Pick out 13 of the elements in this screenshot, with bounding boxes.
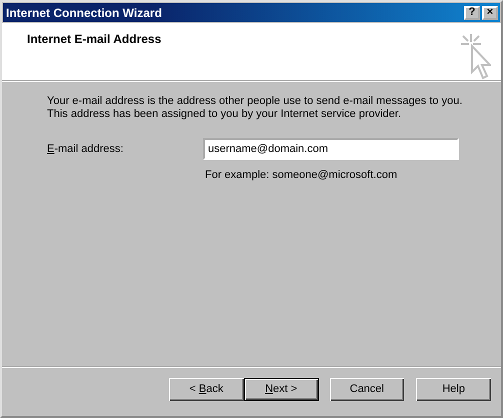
window-title: Internet Connection Wizard [6, 6, 162, 20]
email-field[interactable]: username@domain.com [203, 138, 459, 160]
cancel-button[interactable]: Cancel [330, 378, 404, 400]
next-button[interactable]: Next > [244, 378, 318, 400]
intro-text: Your e-mail address is the address other people use to send e-mail messages to you. [47, 95, 464, 108]
help-button[interactable]: ? [464, 6, 480, 20]
page-title: Internet E-mail Address [27, 32, 162, 48]
help-button[interactable]: Help [416, 378, 491, 400]
intro-text: This address has been assigned to you by your Internet service provider. [47, 108, 402, 121]
back-button[interactable]: < Back [169, 378, 244, 400]
example-hint: For example: someone@microsoft.com [205, 169, 398, 181]
close-button[interactable]: × [482, 6, 498, 20]
email-label: E-mail address: [47, 143, 124, 155]
